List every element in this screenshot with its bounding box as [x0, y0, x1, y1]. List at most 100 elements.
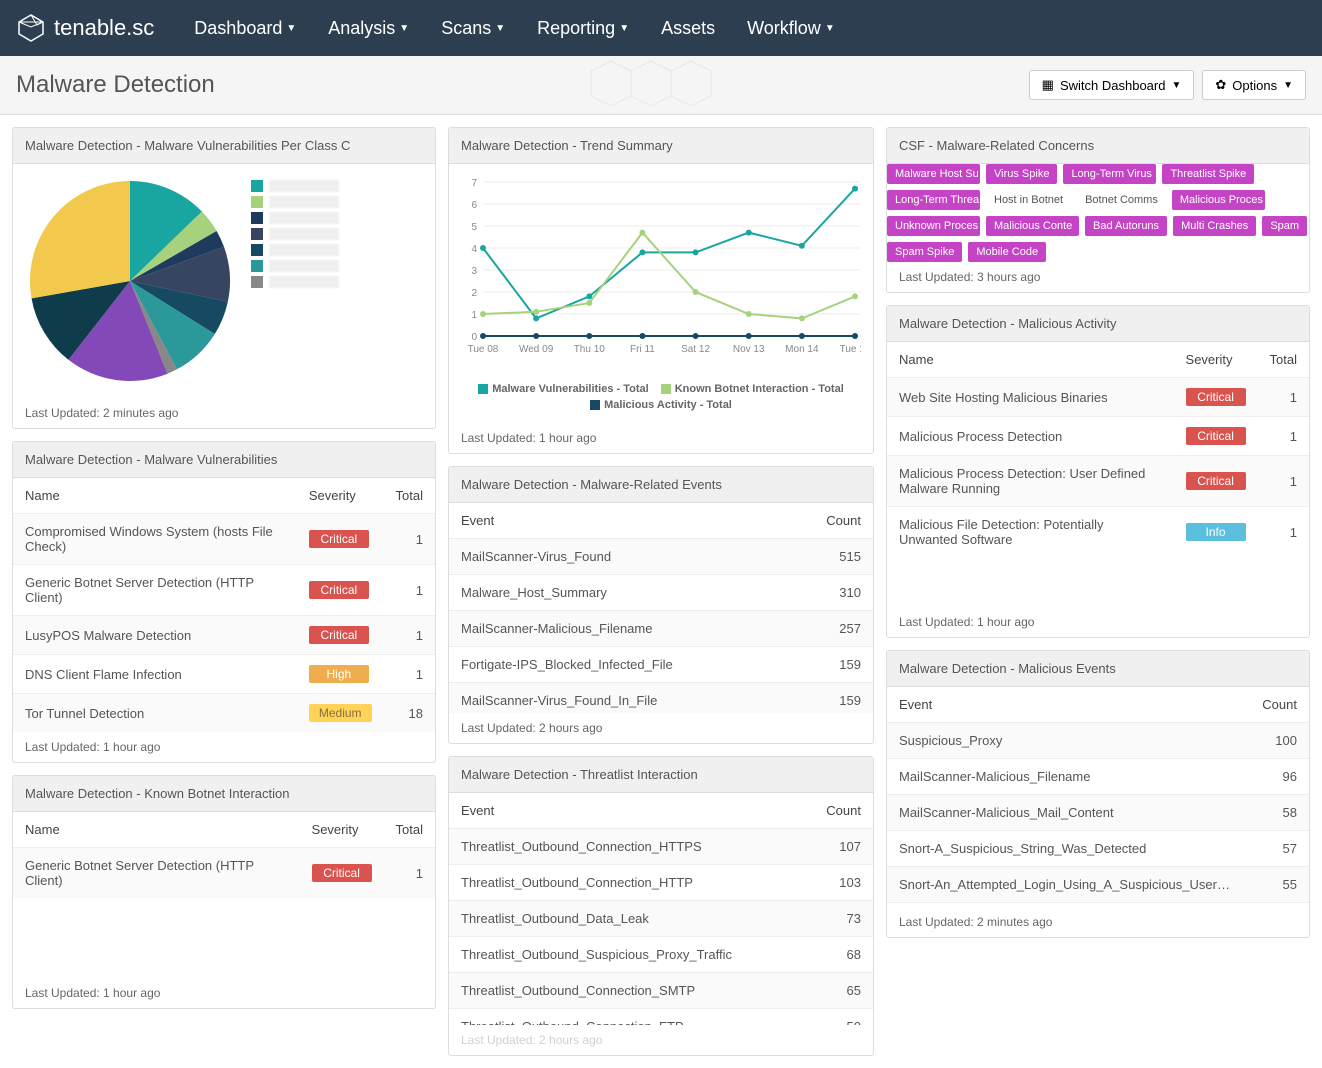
col-count: Count [788, 503, 873, 539]
table-row[interactable]: MailScanner-Malicious_Filename 257 [449, 611, 873, 647]
brand-logo[interactable]: tenable.sc [16, 13, 154, 43]
nav-analysis[interactable]: Analysis▼ [328, 18, 409, 39]
table-row[interactable]: Compromised Windows System (hosts File C… [13, 514, 435, 565]
svg-text:Tue 15: Tue 15 [840, 344, 861, 355]
panel-header: Malware Detection - Malicious Activity [887, 306, 1309, 342]
panel-footer: Last Updated: 3 hours ago [887, 262, 1309, 292]
table-row[interactable]: Malicious Process Detection: User Define… [887, 456, 1309, 507]
table-row[interactable]: Threatlist_Outbound_Connection_HTTPS 107 [449, 829, 873, 865]
switch-dashboard-button[interactable]: ▦ Switch Dashboard ▼ [1029, 70, 1195, 100]
legend-item: Malicious Activity - Total [604, 399, 732, 411]
csf-tag[interactable]: Virus Spike [986, 164, 1057, 184]
trend-legend: Malware Vulnerabilities - Total Known Bo… [461, 379, 861, 411]
cell-count: 310 [788, 575, 873, 611]
cell-count: 159 [788, 683, 873, 714]
vulnerabilities-table: Name Severity Total Compromised Windows … [13, 478, 435, 732]
nav-dashboard[interactable]: Dashboard▼ [194, 18, 296, 39]
csf-tag[interactable]: Unknown Proces [887, 216, 980, 236]
table-row[interactable]: MailScanner-Malicious_Mail_Content 58 [887, 795, 1309, 831]
table-row[interactable]: Fortigate-IPS_Blocked_Infected_File 159 [449, 647, 873, 683]
svg-text:Sat 12: Sat 12 [681, 344, 710, 355]
table-row[interactable]: MailScanner-Virus_Found 515 [449, 539, 873, 575]
cell-event: Threatlist_Outbound_Suspicious_Proxy_Tra… [449, 937, 803, 973]
severity-badge: Critical [309, 581, 369, 599]
panel-footer: Last Updated: 1 hour ago [449, 423, 873, 453]
cell-severity: Critical [1174, 417, 1258, 456]
table-row[interactable]: MailScanner-Virus_Found_In_File 159 [449, 683, 873, 714]
csf-tag[interactable]: Malicious Conte [986, 216, 1079, 236]
csf-tag[interactable]: Malicious Proces [1172, 190, 1265, 210]
cell-event: Fortigate-IPS_Blocked_Infected_File [449, 647, 788, 683]
cell-count: 68 [803, 937, 873, 973]
csf-tag[interactable]: Spam [1262, 216, 1307, 236]
table-row[interactable]: Threatlist_Outbound_Connection_SMTP 65 [449, 973, 873, 1009]
cell-total: 1 [1258, 456, 1309, 507]
legend-label [269, 180, 339, 192]
panel-footer: Last Updated: 1 hour ago [13, 732, 435, 762]
legend-item [251, 196, 339, 208]
table-row[interactable]: Threatlist_Outbound_Connection_FTP 50 [449, 1009, 873, 1026]
csf-tag[interactable]: Host in Botnet [986, 190, 1071, 210]
table-row[interactable]: Threatlist_Outbound_Suspicious_Proxy_Tra… [449, 937, 873, 973]
table-row[interactable]: LusyPOS Malware Detection Critical 1 [13, 616, 435, 655]
table-row[interactable]: Malicious File Detection: Potentially Un… [887, 507, 1309, 558]
col-severity: Severity [300, 812, 384, 848]
table-row[interactable]: Suspicious_Proxy 100 [887, 723, 1309, 759]
table-row[interactable]: Generic Botnet Server Detection (HTTP Cl… [13, 848, 435, 899]
col-severity: Severity [297, 478, 384, 514]
csf-tag[interactable]: Botnet Comms [1077, 190, 1166, 210]
cell-name: Malicious Process Detection: User Define… [887, 456, 1174, 507]
svg-text:3: 3 [471, 266, 477, 277]
legend-swatch [251, 260, 263, 272]
panel-trend: Malware Detection - Trend Summary 012345… [448, 127, 874, 454]
cell-severity: Critical [300, 848, 384, 899]
csf-tag[interactable]: Mobile Code [968, 242, 1046, 262]
cell-event: Malware_Host_Summary [449, 575, 788, 611]
col-name: Name [13, 478, 297, 514]
nav-workflow[interactable]: Workflow▼ [747, 18, 835, 39]
chevron-down-icon: ▼ [495, 23, 505, 34]
trend-chart[interactable]: 01234567Tue 08Wed 09Thu 10Fri 11Sat 12No… [461, 176, 861, 376]
table-row[interactable]: Snort-An_Attempted_Login_Using_A_Suspici… [887, 867, 1309, 903]
panel-footer: Last Updated: 2 hours ago [449, 1025, 873, 1055]
nav-reporting[interactable]: Reporting▼ [537, 18, 629, 39]
cell-severity: Critical [1174, 378, 1258, 417]
csf-tag[interactable]: Malware Host Su [887, 164, 980, 184]
line-series[interactable] [483, 189, 855, 319]
chevron-down-icon: ▼ [1283, 80, 1293, 91]
table-row[interactable]: Malware_Host_Summary 310 [449, 575, 873, 611]
severity-badge: Info [1186, 523, 1246, 541]
pie-slice[interactable] [30, 181, 130, 298]
cell-total: 1 [384, 514, 435, 565]
table-row[interactable]: Malicious Process Detection Critical 1 [887, 417, 1309, 456]
dashboard-col-3: CSF - Malware-Related Concerns Malware H… [886, 127, 1310, 1056]
table-row[interactable]: Tor Tunnel Detection Medium 18 [13, 694, 435, 733]
table-row[interactable]: Threatlist_Outbound_Connection_HTTP 103 [449, 865, 873, 901]
legend-item [251, 228, 339, 240]
nav-scans[interactable]: Scans▼ [441, 18, 505, 39]
table-row[interactable]: Web Site Hosting Malicious Binaries Crit… [887, 378, 1309, 417]
panel-footer: Last Updated: 1 hour ago [13, 978, 435, 1008]
csf-tag[interactable]: Multi Crashes [1173, 216, 1256, 236]
table-row[interactable]: MailScanner-Malicious_Filename 96 [887, 759, 1309, 795]
legend-item [251, 260, 339, 272]
options-button[interactable]: ✿ Options ▼ [1202, 70, 1306, 100]
botnet-table: Name Severity Total Generic Botnet Serve… [13, 812, 435, 898]
table-row[interactable]: Snort-A_Suspicious_String_Was_Detected 5… [887, 831, 1309, 867]
cell-count: 55 [1244, 867, 1309, 903]
table-row[interactable]: DNS Client Flame Infection High 1 [13, 655, 435, 694]
nav-assets[interactable]: Assets [661, 18, 715, 39]
csf-tag[interactable]: Long-Term Threa [887, 190, 980, 210]
cell-name: DNS Client Flame Infection [13, 655, 297, 694]
table-row[interactable]: Generic Botnet Server Detection (HTTP Cl… [13, 565, 435, 616]
legend-label [269, 212, 339, 224]
csf-tag[interactable]: Bad Autoruns [1085, 216, 1167, 236]
table-row[interactable]: Threatlist_Outbound_Data_Leak 73 [449, 901, 873, 937]
csf-tag[interactable]: Long-Term Virus [1063, 164, 1156, 184]
csf-tag[interactable]: Threatlist Spike [1162, 164, 1254, 184]
cell-count: 65 [803, 973, 873, 1009]
csf-tag[interactable]: Spam Spike [887, 242, 962, 262]
col-severity: Severity [1174, 342, 1258, 378]
pie-chart[interactable] [25, 176, 235, 386]
cell-count: 50 [803, 1009, 873, 1026]
